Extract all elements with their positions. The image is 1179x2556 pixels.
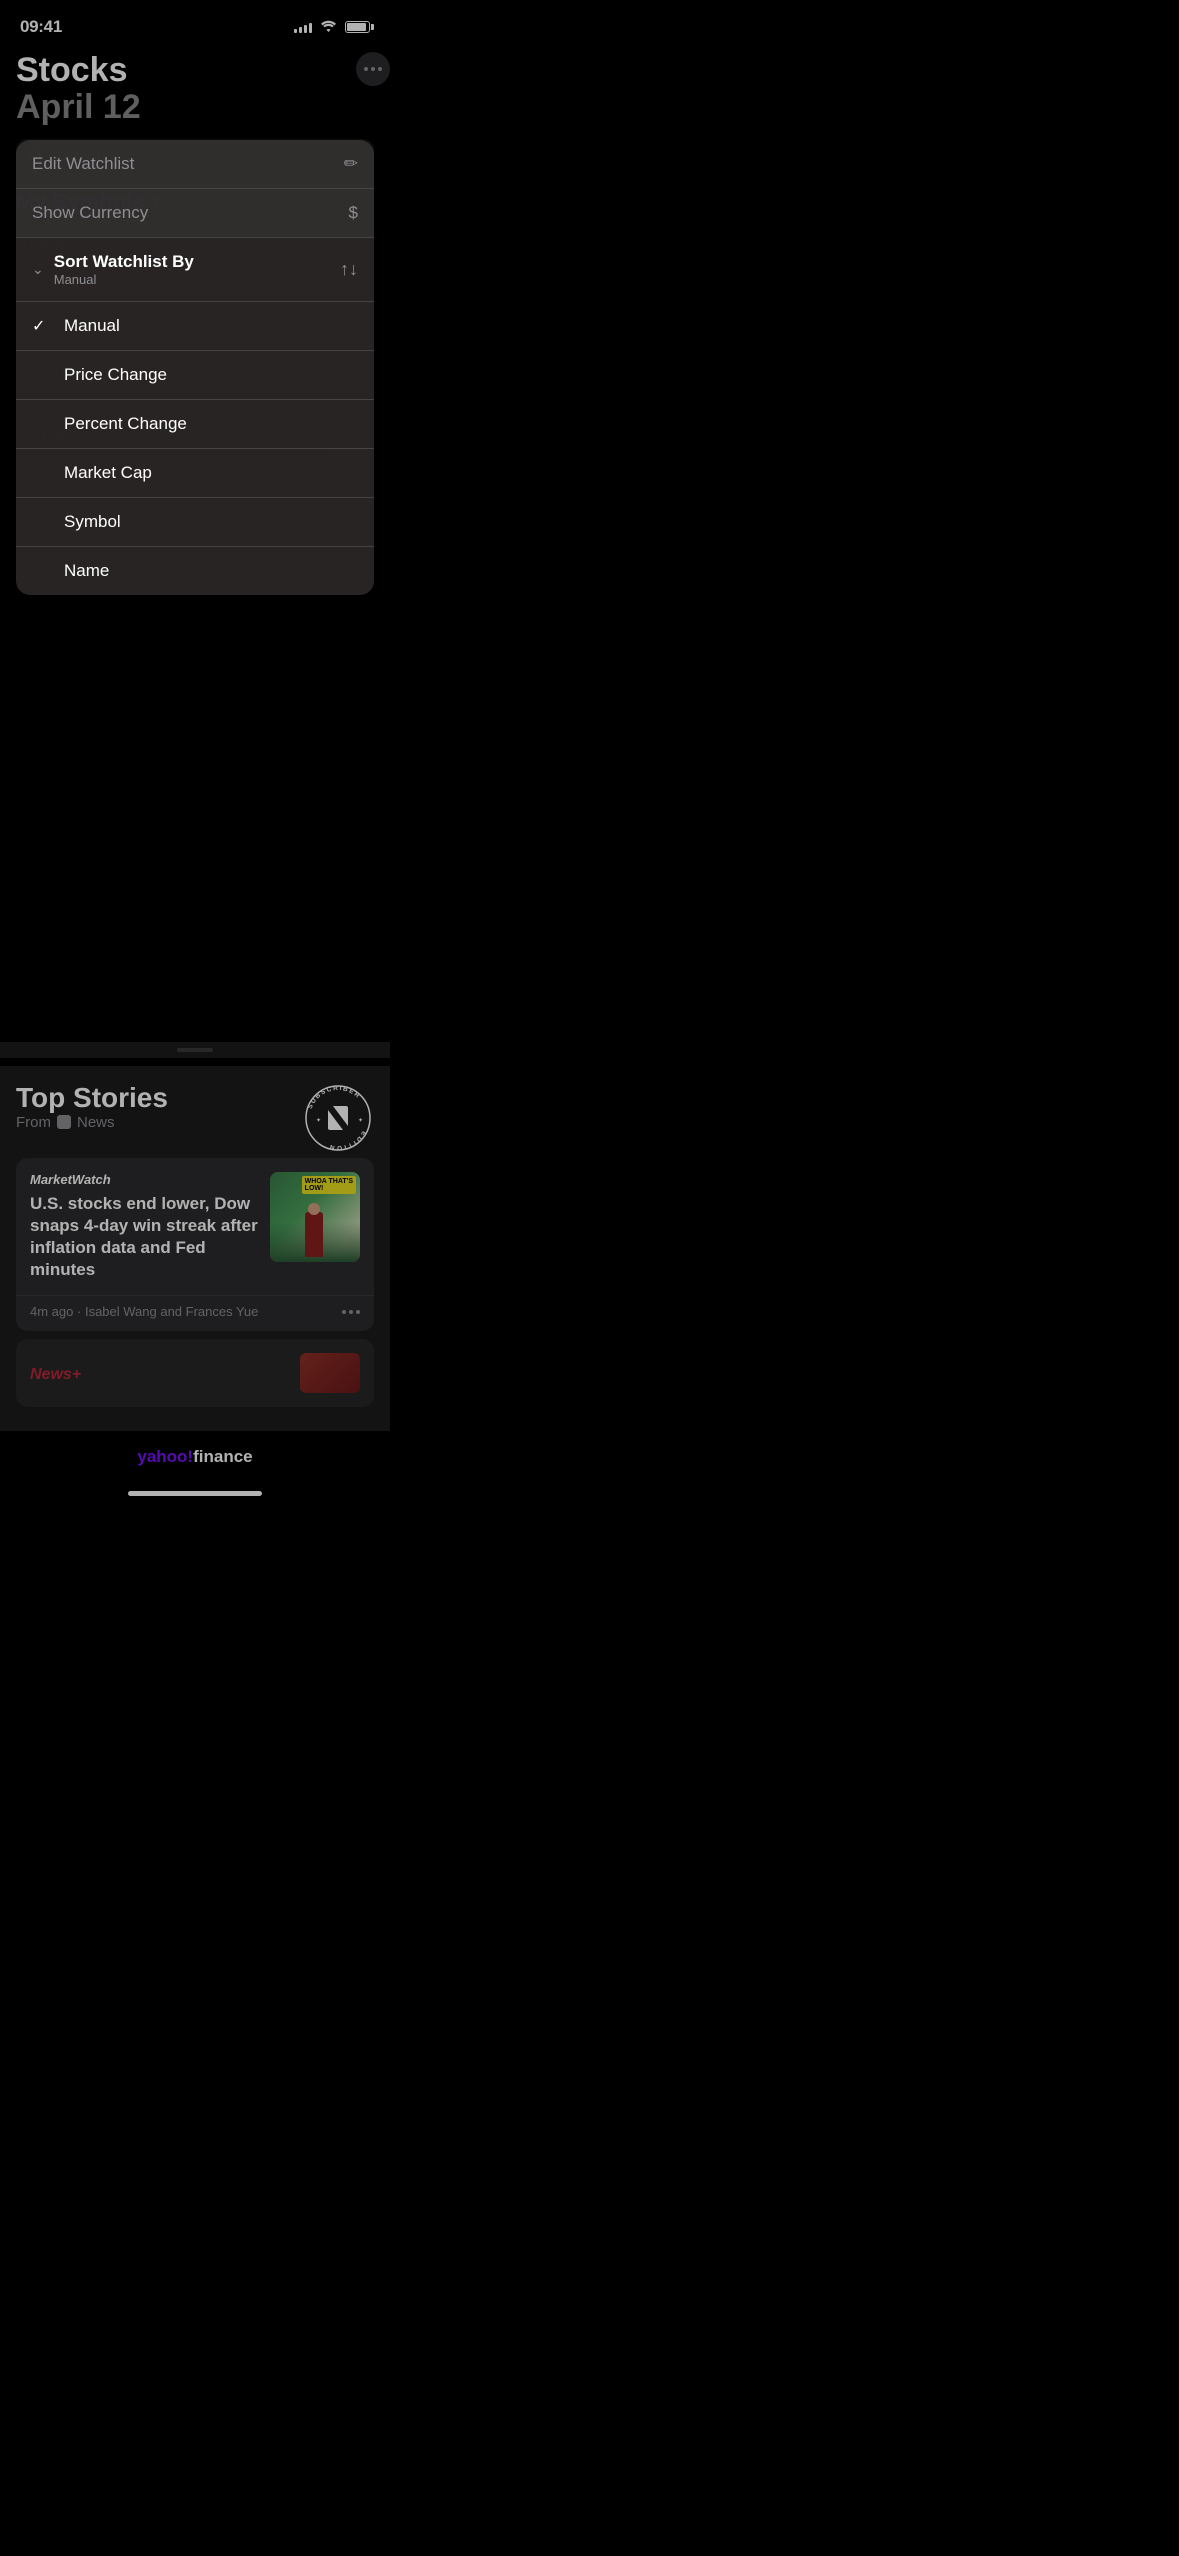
sort-section: ⌄ Sort Watchlist By Manual ↑↓ ✓ Manual ✓…: [16, 237, 374, 595]
dropdown-top-section: Edit Watchlist ✏ Show Currency $: [16, 140, 374, 237]
edit-watchlist-label: Edit Watchlist: [32, 154, 134, 174]
sort-option-market-cap[interactable]: ✓ Market Cap: [16, 449, 374, 498]
sort-option-percent-change[interactable]: ✓ Percent Change: [16, 400, 374, 449]
sort-title: Sort Watchlist By: [54, 252, 194, 272]
sort-subtitle: Manual: [54, 272, 194, 287]
sort-option-label: Manual: [64, 316, 120, 336]
sort-order-icon: ↑↓: [340, 259, 358, 280]
sort-option-symbol[interactable]: ✓ Symbol: [16, 498, 374, 547]
chevron-down-icon: ⌄: [32, 261, 44, 278]
sort-option-label: Name: [64, 561, 109, 581]
checkmark-icon: ✓: [32, 316, 52, 336]
sort-option-label: Percent Change: [64, 414, 187, 434]
sort-option-name[interactable]: ✓ Name: [16, 547, 374, 595]
edit-watchlist-item[interactable]: Edit Watchlist ✏: [16, 140, 374, 189]
edit-icon: ✏: [344, 154, 358, 174]
sort-option-label: Market Cap: [64, 463, 152, 483]
sort-option-manual[interactable]: ✓ Manual: [16, 302, 374, 351]
show-currency-item[interactable]: Show Currency $: [16, 189, 374, 237]
sort-dropdown: Edit Watchlist ✏ Show Currency $ ⌄ Sort …: [16, 140, 374, 595]
currency-icon: $: [349, 203, 358, 223]
sort-option-label: Price Change: [64, 365, 167, 385]
sort-option-label: Symbol: [64, 512, 121, 532]
sort-option-price-change[interactable]: ✓ Price Change: [16, 351, 374, 400]
sort-header[interactable]: ⌄ Sort Watchlist By Manual ↑↓: [16, 238, 374, 302]
show-currency-label: Show Currency: [32, 203, 148, 223]
